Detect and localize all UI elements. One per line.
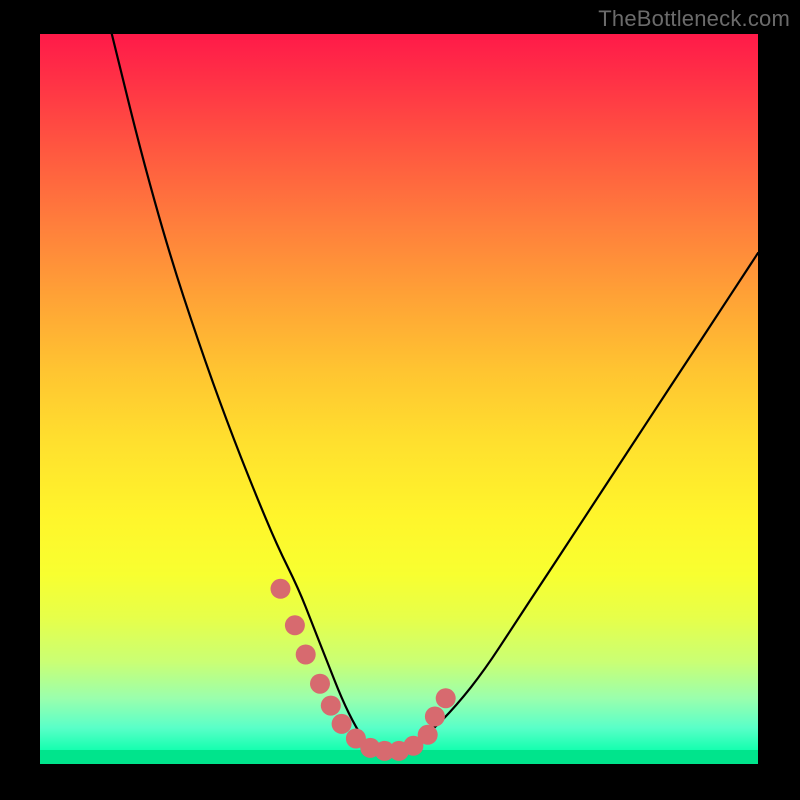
curve-svg [40, 34, 758, 764]
plot-area [40, 34, 758, 764]
marker-dot [296, 645, 316, 665]
bottleneck-curve [112, 34, 758, 749]
marker-dot [425, 707, 445, 727]
marker-group [271, 579, 456, 761]
marker-dot [436, 688, 456, 708]
marker-dot [418, 725, 438, 745]
marker-dot [332, 714, 352, 734]
marker-dot [321, 696, 341, 716]
marker-dot [310, 674, 330, 694]
watermark-text: TheBottleneck.com [598, 6, 790, 32]
marker-dot [271, 579, 291, 599]
marker-dot [285, 615, 305, 635]
chart-frame: TheBottleneck.com [0, 0, 800, 800]
